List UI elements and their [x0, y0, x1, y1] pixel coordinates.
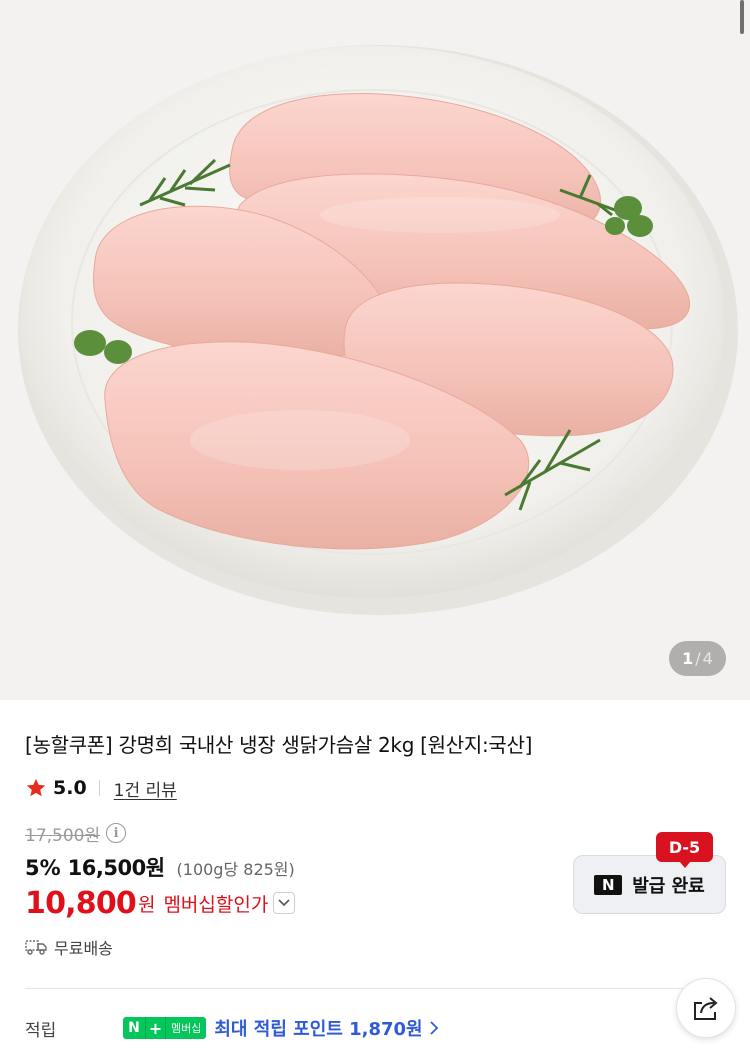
discount-rate: 5%	[25, 856, 61, 880]
member-price-label: 멤버십할인가	[163, 893, 269, 916]
share-button[interactable]	[676, 978, 736, 1038]
scrollbar-thumb[interactable]	[740, 0, 744, 34]
divider	[98, 780, 100, 796]
naver-plus-membership-badge: N + 멤버십	[123, 1017, 207, 1039]
section-divider	[25, 988, 700, 989]
badge-membership: 멤버십	[165, 1017, 207, 1039]
member-price: 10,800	[25, 885, 137, 921]
product-image-gallery[interactable]: 1 / 4	[0, 0, 750, 700]
chevron-right-icon	[429, 1021, 438, 1035]
coupon-issued-button[interactable]: N 발급 완료	[573, 855, 726, 914]
pager-separator: /	[695, 649, 701, 668]
chevron-down-icon	[278, 899, 290, 907]
pager-current: 1	[682, 649, 694, 668]
member-price-suffix: 원	[137, 893, 156, 916]
rating-score: 5.0	[53, 777, 87, 799]
unit-price: (100g당 825원)	[176, 860, 295, 879]
truck-icon	[25, 940, 47, 955]
rating-row: 5.0 1건 리뷰	[25, 775, 177, 801]
info-icon[interactable]: i	[106, 823, 127, 843]
points-row[interactable]: 적립 N + 멤버십 최대 적립 포인트 1,870원	[25, 1014, 439, 1042]
badge-plus: +	[145, 1017, 165, 1039]
naver-logo-icon: N	[594, 874, 623, 895]
pager-total: 4	[702, 649, 713, 668]
badge-n: N	[123, 1017, 145, 1039]
product-photo	[18, 45, 738, 615]
image-pager: 1 / 4	[669, 641, 726, 676]
share-icon	[694, 997, 718, 1020]
original-price-row: 17,500원 i	[25, 821, 127, 846]
member-price-row: 10,800 원 멤버십할인가	[25, 883, 296, 923]
star-icon	[26, 778, 46, 797]
max-points-text: 최대 적립 포인트 1,870원	[214, 1019, 423, 1040]
original-price: 17,500원	[25, 825, 101, 846]
points-label: 적립	[25, 1020, 57, 1041]
sale-price-row: 5% 16,500원 (100g당 825원)	[25, 852, 295, 880]
shipping-row: 무료배송	[25, 935, 113, 959]
member-price-toggle[interactable]	[273, 892, 296, 914]
dday-badge: D-5	[656, 832, 713, 868]
shipping-text: 무료배송	[54, 939, 113, 958]
sale-price: 16,500원	[67, 856, 165, 880]
review-count-link[interactable]: 1건 리뷰	[114, 776, 177, 801]
coupon-label: 발급 완료	[632, 875, 705, 897]
product-title: [농할쿠폰] 강명희 국내산 냉장 생닭가슴살 2kg [원산지:국산]	[25, 733, 533, 757]
